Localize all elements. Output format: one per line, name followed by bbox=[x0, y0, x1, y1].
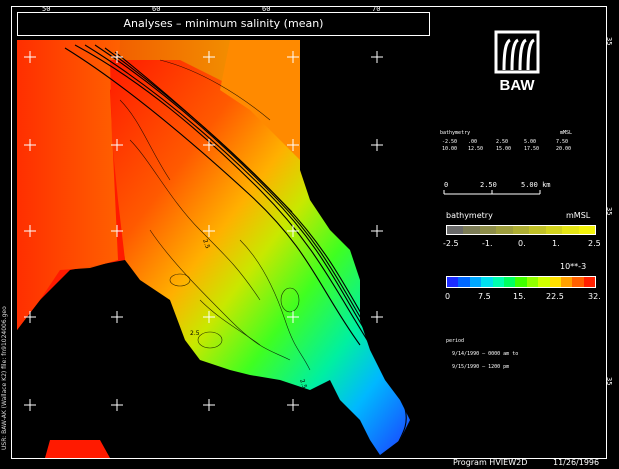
bathymetry-legend-unit: mMSL bbox=[566, 211, 591, 220]
salinity-color-swatch bbox=[481, 277, 493, 287]
scale-label: 5.00 km bbox=[521, 181, 551, 189]
footer-program: Program HVIEW2D bbox=[453, 458, 528, 467]
bottom-patch bbox=[45, 440, 110, 458]
plot-title: Analyses – minimum salinity (mean) bbox=[17, 12, 430, 36]
svg-text:BAW: BAW bbox=[500, 77, 536, 94]
bathymetry-tick-label: 1. bbox=[552, 239, 560, 248]
bathy-small-value: 12.50 bbox=[468, 146, 484, 152]
salinity-color-swatch bbox=[538, 277, 550, 287]
salinity-color-swatch bbox=[492, 277, 504, 287]
bathy-small-value: 20.00 bbox=[556, 146, 572, 152]
bathymetry-color-swatch bbox=[479, 226, 497, 234]
salinity-color-swatch bbox=[583, 277, 596, 287]
bathymetry-legend-title: bathymetry bbox=[446, 211, 493, 220]
salinity-color-swatch bbox=[515, 277, 527, 287]
bathymetry-color-swatch bbox=[512, 226, 530, 234]
period-label: period bbox=[446, 338, 465, 344]
bathymetry-colorbar bbox=[446, 225, 596, 235]
bathy-small-value: .00 bbox=[468, 139, 478, 145]
salinity-tick-label: 22.5 bbox=[546, 292, 564, 301]
salinity-color-swatch bbox=[572, 277, 584, 287]
bathymetry-color-swatch bbox=[496, 226, 513, 234]
bathy-small-value: 7.50 bbox=[556, 139, 569, 145]
bathymetry-color-swatch bbox=[545, 226, 563, 234]
salinity-color-swatch bbox=[560, 277, 573, 287]
bathy-small-value: 10.00 bbox=[442, 146, 458, 152]
salinity-legend-unit: 10**-3 bbox=[560, 262, 587, 271]
bathy-small-value: 15.00 bbox=[496, 146, 512, 152]
period-end: 9/15/1990 – 1200 pm bbox=[452, 364, 510, 370]
bathy-small-value: 17.50 bbox=[524, 146, 540, 152]
bathy-small-header: bathymetry bbox=[440, 130, 471, 136]
bathymetry-color-swatch bbox=[463, 226, 480, 234]
bathy-small-value: -2.50 bbox=[442, 139, 458, 145]
baw-logo: BAW bbox=[494, 30, 540, 94]
bathymetry-color-swatch bbox=[447, 226, 464, 234]
bathymetry-tick-label: -2.5 bbox=[443, 239, 459, 248]
salinity-color-swatch bbox=[447, 277, 459, 287]
bathy-small-unit: mMSL bbox=[560, 130, 573, 136]
scale-label: 2.50 bbox=[480, 181, 497, 189]
bathymetry-color-swatch bbox=[562, 226, 579, 234]
salinity-color-swatch bbox=[469, 277, 482, 287]
salinity-colorbar bbox=[446, 276, 596, 288]
bathymetry-color-swatch bbox=[578, 226, 595, 234]
footer-date: 11/26/1996 bbox=[553, 458, 600, 467]
bathymetry-tick-label: -1. bbox=[482, 239, 493, 248]
salinity-color-swatch bbox=[526, 277, 539, 287]
salinity-color-swatch bbox=[458, 277, 470, 287]
salinity-color-swatch bbox=[549, 277, 561, 287]
bathymetry-tick-label: 2.5 bbox=[588, 239, 601, 248]
period-start: 9/14/1990 – 0000 am to bbox=[452, 351, 519, 357]
scale-label: 0 bbox=[444, 181, 449, 189]
bathymetry-color-swatch bbox=[529, 226, 546, 234]
salinity-color-swatch bbox=[503, 277, 516, 287]
salinity-tick-label: 7.5 bbox=[478, 292, 491, 301]
salinity-tick-label: 0 bbox=[445, 292, 451, 301]
salinity-tick-label: 15. bbox=[513, 292, 526, 301]
bathymetry-tick-label: 0. bbox=[518, 239, 526, 248]
map-contour-label: 2.5 bbox=[190, 330, 200, 337]
salinity-tick-label: 32. bbox=[588, 292, 601, 301]
bathy-small-value: 2.50 bbox=[496, 139, 509, 145]
bathy-small-value: 5.00 bbox=[524, 139, 537, 145]
